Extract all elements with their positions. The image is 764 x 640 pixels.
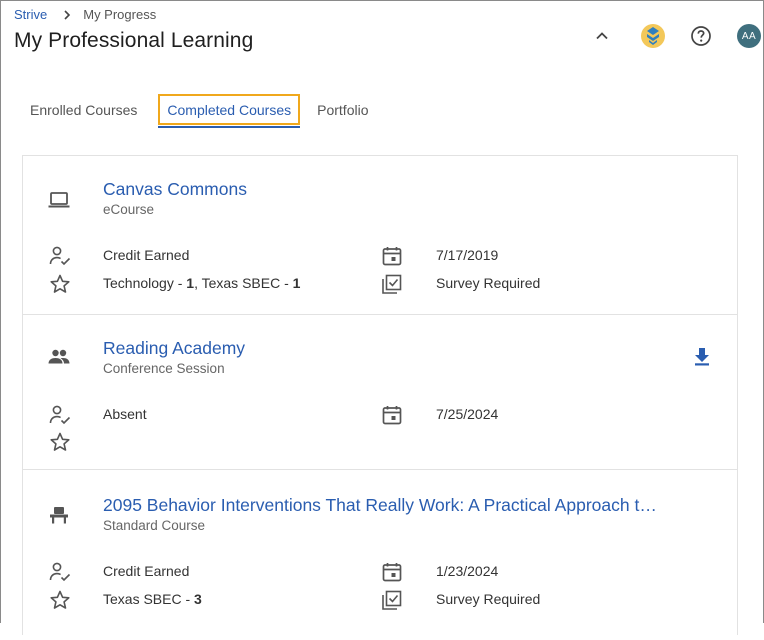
course-card: Canvas Commons eCourse Credit Earned 7/1… <box>23 156 737 315</box>
download-icon[interactable] <box>691 345 713 367</box>
completion-date: 1/23/2024 <box>436 563 499 579</box>
course-title-link[interactable]: Canvas Commons <box>103 179 247 200</box>
group-icon <box>48 349 70 364</box>
classroom-desk-icon <box>50 507 68 524</box>
course-type: Standard Course <box>103 518 206 533</box>
course-type: Conference Session <box>103 361 225 376</box>
tab-bar: Enrolled Courses Completed Courses Portf… <box>23 94 375 128</box>
app-window: Strive My Progress My Professional Learn… <box>0 0 764 635</box>
credit-list: Technology - 1, Texas SBEC - 1 <box>103 275 300 291</box>
avatar[interactable]: AA <box>737 24 761 48</box>
breadcrumb-strive-link[interactable]: Strive <box>14 7 47 22</box>
course-title-link[interactable]: 2095 Behavior Interventions That Really … <box>103 495 657 516</box>
completion-date: 7/25/2024 <box>436 406 499 422</box>
course-card: Reading Academy Conference Session Absen… <box>23 315 737 470</box>
tab-enrolled-courses[interactable]: Enrolled Courses <box>23 94 144 128</box>
help-icon[interactable] <box>688 23 714 49</box>
course-card: 2095 Behavior Interventions That Really … <box>23 470 737 640</box>
course-type: eCourse <box>103 202 155 217</box>
credit-separator: - <box>181 591 195 607</box>
star-icon <box>50 432 70 451</box>
credit-separator: - <box>280 275 293 291</box>
chevron-right-icon <box>64 9 71 20</box>
calendar-icon <box>382 247 402 266</box>
credit-list: Texas SBEC - 3 <box>103 591 202 607</box>
person-check-icon <box>49 405 71 425</box>
completion-date: 7/17/2019 <box>436 247 499 263</box>
survey-status-link[interactable]: Survey Required <box>436 275 540 291</box>
breadcrumb-current: My Progress <box>83 7 157 22</box>
credit-value: 1 <box>186 275 195 291</box>
person-check-icon <box>49 562 71 582</box>
credit-status: Credit Earned <box>103 247 190 263</box>
survey-checklist-icon <box>382 274 402 294</box>
calendar-icon <box>382 406 402 425</box>
credit-name: , Texas SBEC <box>194 275 281 291</box>
course-title-link[interactable]: Reading Academy <box>103 338 245 359</box>
tab-completed-courses[interactable]: Completed Courses <box>158 94 301 128</box>
survey-checklist-icon <box>382 590 402 610</box>
person-check-icon <box>49 246 71 266</box>
credit-name: Technology <box>103 275 174 291</box>
calendar-icon <box>382 563 402 582</box>
chevron-up-icon[interactable] <box>589 23 615 49</box>
laptop-icon <box>48 192 70 208</box>
tab-portfolio[interactable]: Portfolio <box>310 94 375 128</box>
credit-name: Texas SBEC <box>103 591 182 607</box>
breadcrumb: Strive My Progress <box>14 7 156 22</box>
star-icon <box>50 274 70 293</box>
app-logo-icon[interactable] <box>640 23 666 49</box>
credit-separator: - <box>173 275 187 291</box>
credit-status: Absent <box>103 406 147 422</box>
credit-status: Credit Earned <box>103 563 190 579</box>
credit-value: 1 <box>292 275 301 291</box>
course-list: Canvas Commons eCourse Credit Earned 7/1… <box>22 155 738 635</box>
page-title: My Professional Learning <box>14 29 254 52</box>
star-icon <box>50 590 70 609</box>
survey-status-link[interactable]: Survey Required <box>436 591 540 607</box>
credit-value: 3 <box>194 591 202 607</box>
